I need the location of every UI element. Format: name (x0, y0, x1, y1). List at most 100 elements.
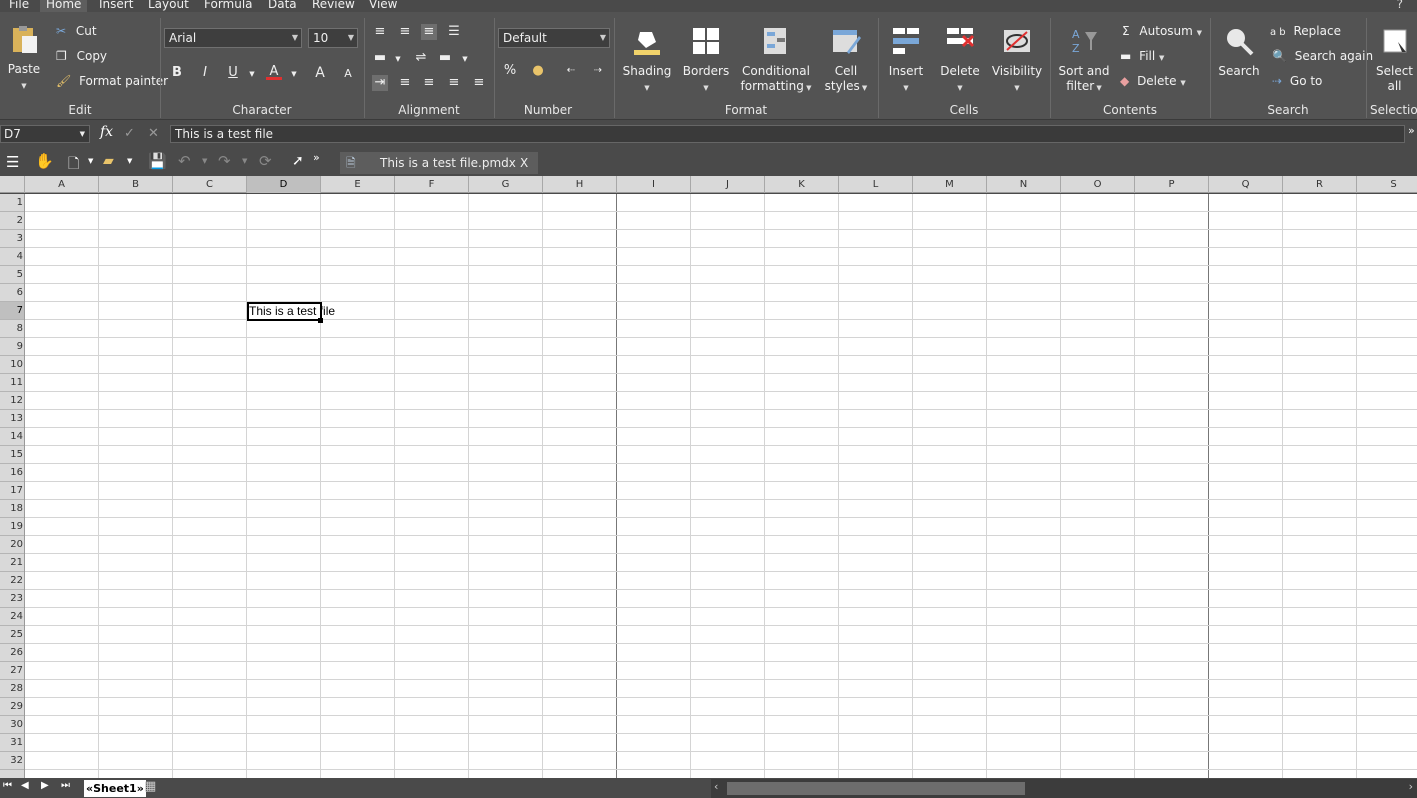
cut-button[interactable]: ✂ Cut (56, 24, 97, 38)
row-header-12[interactable]: 12 (0, 392, 24, 410)
expand-icon[interactable]: » (1408, 124, 1415, 137)
row-header-30[interactable]: 30 (0, 716, 24, 734)
autosum-button[interactable]: Σ Autosum ▼ (1122, 24, 1202, 38)
align-center-icon[interactable]: ≡ (421, 75, 437, 91)
row-header-14[interactable]: 14 (0, 428, 24, 446)
copy-button[interactable]: ❐ Copy (56, 49, 107, 63)
wrap-text-icon[interactable]: ⇌ (413, 50, 429, 66)
column-header-r[interactable]: R (1283, 176, 1357, 193)
open-folder-icon[interactable]: ▰ (103, 153, 114, 169)
repeat-icon[interactable]: ⟳ (259, 152, 272, 170)
cell-styles-button[interactable]: Cell styles ▼ (822, 26, 870, 96)
row-header-25[interactable]: 25 (0, 626, 24, 644)
chevron-down-icon[interactable]: ▼ (80, 126, 85, 142)
row-header-28[interactable]: 28 (0, 680, 24, 698)
column-header-j[interactable]: J (691, 176, 765, 193)
row-header-1[interactable]: 1 (0, 194, 24, 212)
check-icon[interactable]: ✓ (124, 126, 135, 141)
orientation-icon[interactable]: ▬ (437, 50, 453, 66)
align-right-icon[interactable]: ≡ (446, 75, 462, 91)
last-sheet-icon[interactable]: ⏭ (61, 780, 70, 791)
currency-icon[interactable]: ● (530, 63, 546, 79)
replace-button[interactable]: a b Replace (1270, 24, 1341, 38)
redo-icon[interactable]: ↷ (218, 152, 231, 170)
row-header-5[interactable]: 5 (0, 266, 24, 284)
undo-icon[interactable]: ↶ (178, 152, 191, 170)
number-format-select[interactable]: Default ▼ (498, 28, 610, 48)
search-again-button[interactable]: 🔍 Search again (1272, 49, 1373, 63)
increase-decimals-icon[interactable]: ⇢ (590, 63, 606, 79)
first-sheet-icon[interactable]: ⏮ (3, 780, 12, 791)
hamburger-menu-icon[interactable]: ☰ (6, 153, 19, 171)
next-sheet-icon[interactable]: ▶ (41, 780, 49, 791)
menu-review[interactable]: Review (312, 0, 355, 12)
row-header-23[interactable]: 23 (0, 590, 24, 608)
row-header-17[interactable]: 17 (0, 482, 24, 500)
chevron-down-icon[interactable]: ▼ (202, 157, 207, 165)
column-header-d[interactable]: D (247, 176, 321, 193)
hand-tool-icon[interactable]: ✋ (35, 152, 54, 170)
scrollbar-thumb[interactable] (727, 782, 1025, 795)
menu-home[interactable]: Home (40, 0, 88, 12)
decrease-decimals-icon[interactable]: ⇠ (563, 63, 579, 79)
align-middle-icon[interactable]: ≡ (397, 24, 413, 40)
pointer-icon[interactable]: ➚ (292, 153, 304, 169)
row-header-13[interactable]: 13 (0, 410, 24, 428)
more-tools-icon[interactable]: » (313, 151, 320, 164)
insert-cells-button[interactable]: Insert ▼ (884, 26, 928, 96)
row-header-20[interactable]: 20 (0, 536, 24, 554)
orientation-dropdown-icon[interactable]: ▼ (457, 51, 473, 67)
delete-cells-button[interactable]: Delete ▼ (938, 26, 982, 96)
align-left-icon[interactable]: ≡ (397, 75, 413, 91)
row-header-19[interactable]: 19 (0, 518, 24, 536)
font-family-select[interactable]: Arial ▼ (164, 28, 302, 48)
justify-icon[interactable]: ≡ (471, 75, 487, 91)
fill-button[interactable]: ▬ Fill ▼ (1120, 49, 1164, 63)
column-header-f[interactable]: F (395, 176, 469, 193)
paste-dropdown-icon[interactable]: ▼ (21, 82, 26, 90)
row-header-9[interactable]: 9 (0, 338, 24, 356)
save-icon[interactable]: 💾 (148, 152, 167, 170)
document-tab[interactable]: 🗎 This is a test file.pmdx X (340, 152, 538, 174)
menu-file[interactable]: File (9, 0, 29, 12)
select-all-button[interactable]: Select all (1372, 26, 1417, 94)
row-header-11[interactable]: 11 (0, 374, 24, 392)
fx-icon[interactable]: fx (100, 124, 113, 140)
column-header-b[interactable]: B (99, 176, 173, 193)
conditional-formatting-button[interactable]: Conditional formatting ▼ (738, 26, 814, 96)
column-header-p[interactable]: P (1135, 176, 1209, 193)
visibility-button[interactable]: Visibility ▼ (990, 26, 1044, 96)
align-top-icon[interactable]: ≡ (372, 24, 388, 40)
help-icon[interactable]: ? (1397, 0, 1403, 11)
bold-button[interactable]: B (169, 65, 185, 81)
row-header-18[interactable]: 18 (0, 500, 24, 518)
row-header-26[interactable]: 26 (0, 644, 24, 662)
row-header-10[interactable]: 10 (0, 356, 24, 374)
borders-button[interactable]: Borders ▼ (682, 26, 730, 96)
row-header-31[interactable]: 31 (0, 734, 24, 752)
column-header-o[interactable]: O (1061, 176, 1135, 193)
scroll-left-icon[interactable]: ‹ (714, 780, 718, 793)
font-size-select[interactable]: 10 ▼ (308, 28, 358, 48)
goto-button[interactable]: ⇢ Go to (1272, 74, 1322, 88)
sheet-tab-sheet1[interactable]: «Sheet1» (84, 780, 146, 797)
justify-vertical-icon[interactable]: ☰ (446, 24, 462, 40)
underline-dropdown-icon[interactable]: ▼ (244, 66, 260, 82)
menu-view[interactable]: View (369, 0, 397, 12)
column-header-m[interactable]: M (913, 176, 987, 193)
row-header-15[interactable]: 15 (0, 446, 24, 464)
row-header-22[interactable]: 22 (0, 572, 24, 590)
shading-button[interactable]: Shading ▼ (622, 26, 672, 96)
add-sheet-icon[interactable]: ▦ (144, 779, 156, 794)
column-header-l[interactable]: L (839, 176, 913, 193)
search-button[interactable]: Search (1216, 26, 1262, 79)
percent-button[interactable]: % (502, 63, 518, 79)
new-document-icon[interactable]: 🗋 (68, 153, 79, 177)
underline-button[interactable]: U (225, 65, 241, 81)
format-painter-button[interactable]: 🖌 Format painter (56, 74, 168, 88)
chevron-down-icon[interactable]: ▼ (127, 157, 132, 165)
horizontal-scrollbar[interactable]: ‹ › (711, 779, 1417, 798)
menu-data[interactable]: Data (268, 0, 297, 12)
menu-insert[interactable]: Insert (99, 0, 133, 12)
row-header-7[interactable]: 7 (0, 302, 24, 320)
